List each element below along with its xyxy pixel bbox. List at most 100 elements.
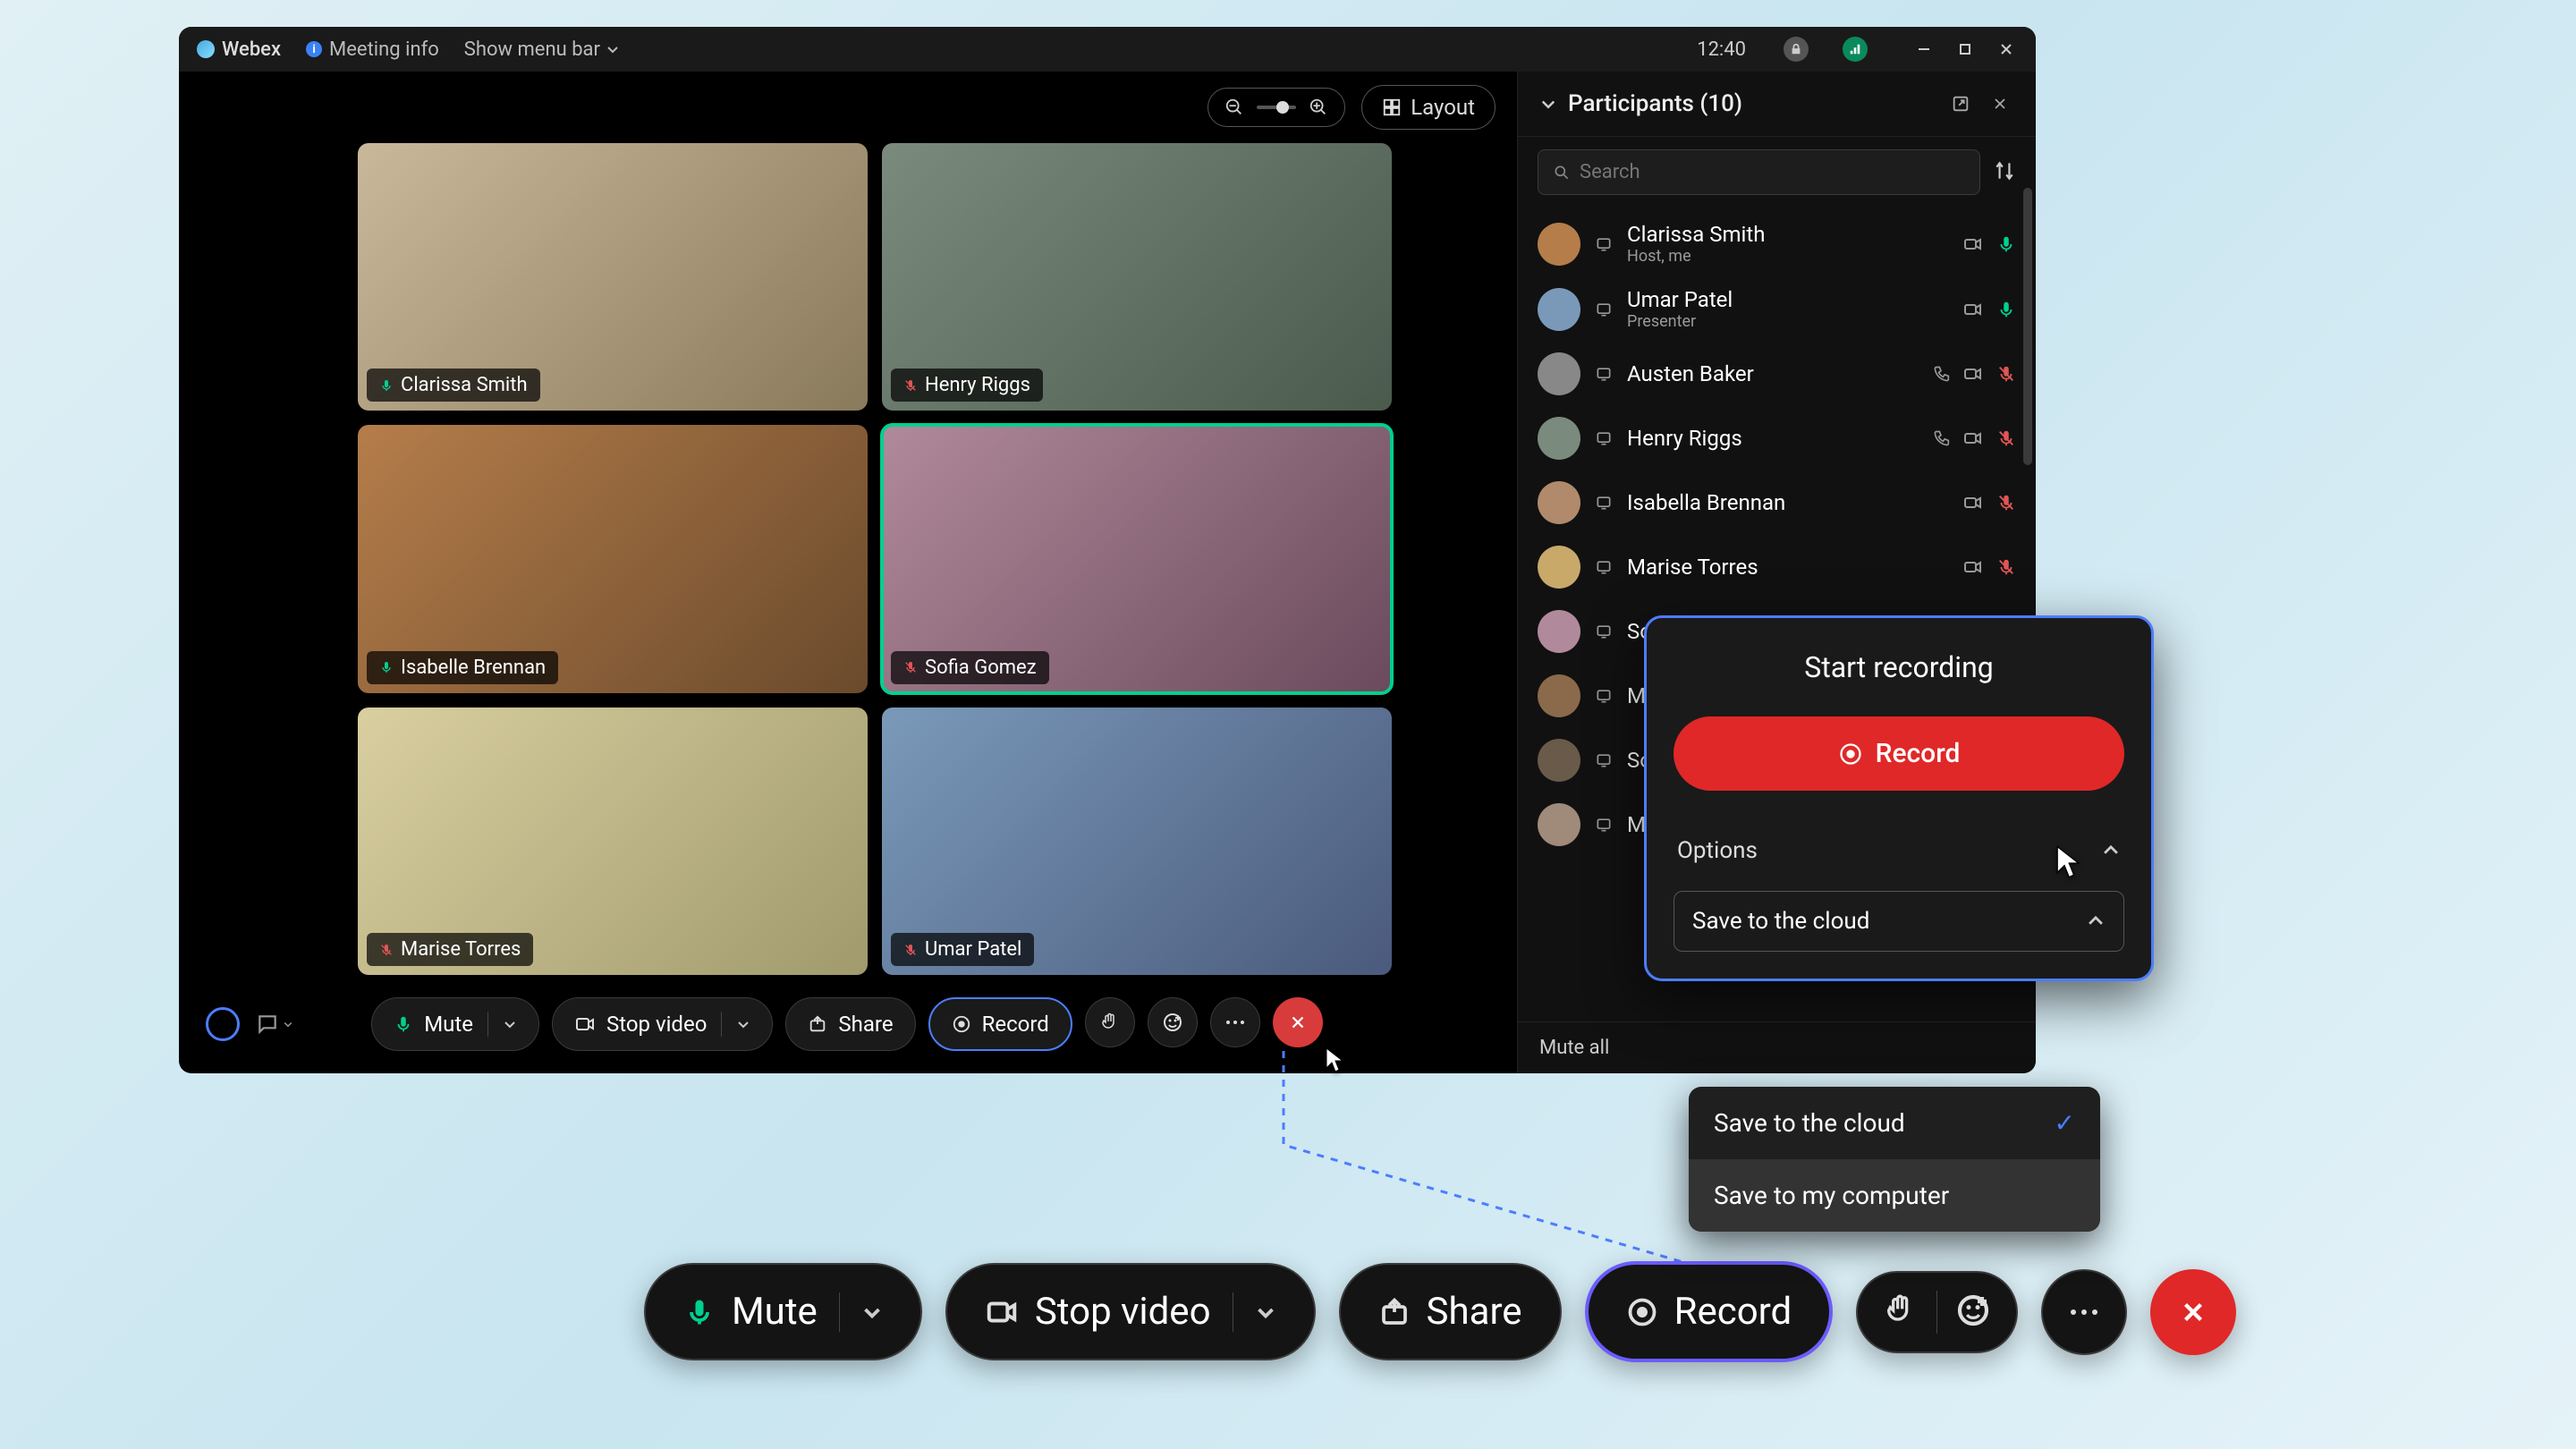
big-share-button[interactable]: Share	[1339, 1263, 1562, 1360]
device-icon	[1595, 494, 1613, 512]
big-raise-hand-button[interactable]	[1883, 1292, 1919, 1332]
device-icon	[1595, 235, 1613, 253]
mic-muted-icon	[903, 660, 918, 674]
record-popover: Start recording Record Options Save to t…	[1644, 615, 2154, 981]
mic-muted-icon	[903, 378, 918, 393]
video-tile[interactable]: Sofia Gomez	[882, 425, 1392, 692]
record-popover-title: Start recording	[1674, 650, 2124, 684]
big-mute-button[interactable]: Mute	[644, 1263, 922, 1360]
mic-muted-icon	[903, 943, 918, 957]
participants-title: Participants (10)	[1568, 90, 1742, 117]
avatar	[1538, 739, 1580, 782]
zoom-out-icon[interactable]	[1224, 97, 1244, 117]
zoom-slider[interactable]	[1257, 106, 1296, 109]
video-tile[interactable]: Umar Patel	[882, 708, 1392, 975]
participants-search-input[interactable]	[1538, 149, 1980, 195]
close-panel-button[interactable]	[1986, 89, 2014, 118]
big-record-button[interactable]: Record	[1585, 1261, 1834, 1362]
minimize-button[interactable]	[1912, 38, 1936, 61]
video-icon	[1962, 492, 1984, 513]
participant-row[interactable]: Austen Baker	[1518, 342, 2036, 406]
chevron-down-icon[interactable]	[861, 1301, 883, 1323]
save-cloud-option[interactable]: Save to the cloud ✓	[1689, 1087, 2100, 1159]
meeting-info-link[interactable]: i Meeting info	[306, 38, 439, 61]
video-icon	[985, 1295, 1019, 1329]
chevron-down-icon[interactable]	[1539, 95, 1557, 113]
save-location-select[interactable]: Save to the cloud	[1674, 891, 2124, 952]
device-icon	[1595, 816, 1613, 834]
layout-icon	[1382, 97, 1402, 117]
device-icon	[1595, 623, 1613, 640]
phone-icon	[1932, 429, 1950, 447]
mic-muted-icon	[1996, 493, 2016, 513]
share-button[interactable]: Share	[785, 997, 915, 1051]
phone-icon	[1932, 365, 1950, 383]
big-leave-button[interactable]	[2150, 1269, 2236, 1355]
info-icon: i	[306, 41, 322, 57]
participant-row[interactable]: Marise Torres	[1518, 535, 2036, 599]
video-tile[interactable]: Marise Torres	[358, 708, 868, 975]
raise-hand-button[interactable]	[1085, 997, 1135, 1047]
mic-muted-icon	[1996, 428, 2016, 448]
video-tile[interactable]: Henry Riggs	[882, 143, 1392, 411]
participant-row[interactable]: Henry Riggs	[1518, 406, 2036, 470]
big-stop-video-button[interactable]: Stop video	[945, 1263, 1316, 1360]
save-computer-option[interactable]: Save to my computer	[1689, 1159, 2100, 1232]
scrollbar[interactable]	[2023, 188, 2032, 465]
avatar	[1538, 546, 1580, 589]
device-icon	[1595, 429, 1613, 447]
participant-row[interactable]: Umar Patel Presenter	[1518, 276, 2036, 342]
video-tile[interactable]: Isabelle Brennan	[358, 425, 868, 692]
zoom-in-icon[interactable]	[1309, 97, 1328, 117]
big-more-button[interactable]	[2041, 1269, 2127, 1355]
sort-button[interactable]	[1993, 159, 2016, 186]
stop-video-button[interactable]: Stop video	[552, 997, 773, 1051]
video-icon	[1962, 299, 1984, 320]
chevron-down-icon	[606, 42, 620, 56]
zoom-control[interactable]	[1208, 88, 1345, 127]
device-icon	[1595, 751, 1613, 769]
leave-meeting-button[interactable]	[1273, 997, 1323, 1047]
show-menu-bar-toggle[interactable]: Show menu bar	[464, 38, 620, 61]
video-icon	[574, 1013, 596, 1035]
app-name-text: Webex	[222, 38, 281, 61]
name-tag: Umar Patel	[891, 933, 1034, 966]
assistant-icon[interactable]	[206, 1007, 240, 1041]
close-button[interactable]	[1995, 38, 2018, 61]
chevron-down-icon[interactable]	[1255, 1301, 1276, 1323]
name-tag: Henry Riggs	[891, 369, 1043, 402]
microphone-icon	[394, 1014, 413, 1034]
participant-row[interactable]: Isabella Brennan	[1518, 470, 2036, 535]
device-icon	[1595, 365, 1613, 383]
device-icon	[1595, 687, 1613, 705]
avatar	[1538, 610, 1580, 653]
clock: 12:40	[1697, 38, 1746, 61]
pop-out-button[interactable]	[1946, 89, 1975, 118]
mute-button[interactable]: Mute	[371, 997, 539, 1051]
big-reactions-group	[1856, 1271, 2018, 1353]
reactions-button[interactable]	[1148, 997, 1198, 1047]
webex-logo-icon	[197, 40, 215, 58]
more-options-button[interactable]	[1210, 997, 1260, 1047]
record-button[interactable]: Record	[928, 997, 1072, 1051]
cursor-icon	[2054, 844, 2082, 882]
mic-icon	[1996, 234, 2016, 254]
mic-icon	[379, 378, 394, 393]
save-location-menu: Save to the cloud ✓ Save to my computer	[1689, 1087, 2100, 1232]
avatar	[1538, 417, 1580, 460]
big-reactions-button[interactable]	[1955, 1292, 1991, 1332]
mute-all-button[interactable]: Mute all	[1518, 1021, 2036, 1073]
video-tile[interactable]: Clarissa Smith	[358, 143, 868, 411]
chat-icon[interactable]	[256, 1013, 293, 1036]
network-status-icon[interactable]	[1843, 37, 1868, 62]
lock-icon[interactable]	[1784, 37, 1809, 62]
microphone-icon	[683, 1296, 716, 1328]
avatar	[1538, 674, 1580, 717]
chevron-down-icon[interactable]	[736, 1017, 750, 1031]
start-record-button[interactable]: Record	[1674, 716, 2124, 791]
participant-row[interactable]: Clarissa Smith Host, me	[1518, 211, 2036, 276]
maximize-button[interactable]	[1953, 38, 1977, 61]
layout-button[interactable]: Layout	[1361, 85, 1496, 130]
chevron-up-icon	[2086, 911, 2106, 931]
chevron-down-icon[interactable]	[503, 1017, 517, 1031]
